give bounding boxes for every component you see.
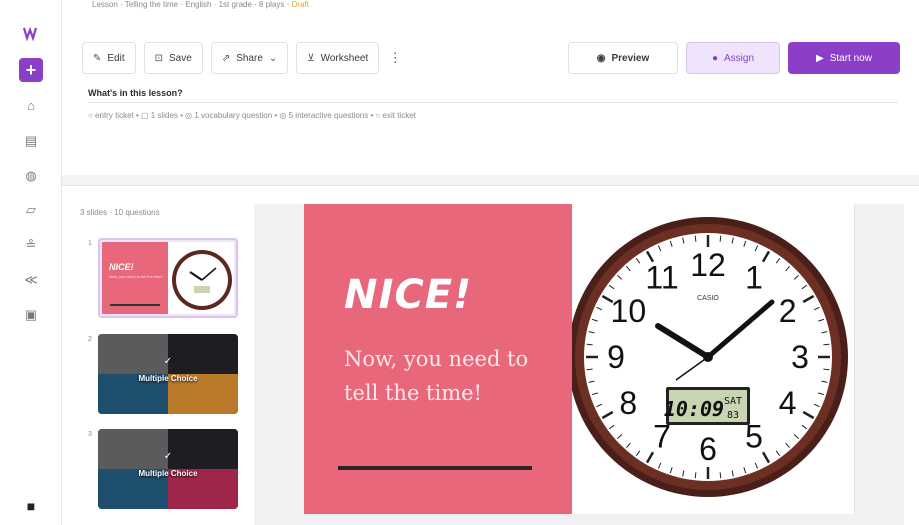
slide-underline	[338, 466, 532, 470]
clock-tick	[719, 472, 722, 479]
reports-icon[interactable]: ◍	[21, 166, 41, 186]
share-label: Share	[236, 52, 263, 64]
edit-button[interactable]: ✎ Edit	[82, 42, 136, 74]
clock-tick	[694, 472, 697, 479]
home-icon[interactable]: ⌂	[21, 96, 41, 116]
worksheet-label: Worksheet	[320, 52, 369, 64]
clock-numeral: 6	[699, 431, 717, 467]
classes-icon[interactable]: ▱	[21, 200, 41, 220]
thumb-number: 1	[88, 240, 92, 247]
book-icon[interactable]: ▣	[21, 305, 41, 325]
lesson-header: Lesson · Telling the time · English · 1s…	[62, 0, 919, 175]
clock-tick	[719, 235, 722, 242]
preview-button[interactable]: ◉ Preview	[568, 42, 678, 74]
assign-icon: ●	[711, 52, 719, 64]
lcd-time: 10:09	[664, 397, 724, 421]
clock-numeral: 1	[745, 259, 763, 295]
clock-brand: CASIO	[697, 295, 719, 302]
slide-thumb-1[interactable]: NICE! Now, you need to tell the time!	[98, 238, 238, 318]
left-rail: + ⌂ ▤ ◍ ▱ ≗ ≪ ▣ ■	[0, 0, 62, 525]
toolbar: ✎ Edit ⊡ Save ⇗ Share ⌄ ⊻ Worksheet ⋮	[82, 42, 403, 74]
clock-thumb-icon	[172, 250, 232, 310]
clock-image: 12 1 2 3 4 5 6 7 8 9 10 11 CASIO 10:09 SAT 83	[572, 204, 854, 514]
status-badge: Draft	[291, 0, 309, 9]
tile	[98, 429, 168, 469]
plus-icon[interactable]: +	[19, 58, 43, 82]
clock-numeral: 3	[791, 339, 809, 375]
logo-icon[interactable]	[22, 24, 40, 42]
printer-icon: ⊻	[307, 52, 315, 64]
thumb-label: Multiple Choice	[138, 374, 198, 383]
clock-tick	[586, 343, 593, 346]
edit-label: Edit	[107, 52, 125, 64]
slide-count: 3 slides · 10 questions	[80, 208, 160, 217]
thumb-subtitle: Now, you need to tell the time!	[109, 274, 163, 279]
slide-thumb-3[interactable]: ✓ Multiple Choice	[98, 429, 238, 509]
clock-numeral: 11	[645, 259, 678, 295]
clock-tick	[694, 235, 697, 242]
worksheet-button[interactable]: ⊻ Worksheet	[296, 42, 380, 74]
action-buttons: ◉ Preview ● Assign ▶ Start now	[568, 42, 900, 74]
clock-tick	[586, 368, 593, 371]
slide-thumb-2[interactable]: ✓ Multiple Choice	[98, 334, 238, 414]
people-icon[interactable]: ≗	[21, 235, 41, 255]
clock-icon: 12 1234567891011 CASIO 10:09 SAT 83	[572, 217, 848, 497]
lesson-contents-heading: What's in this lesson?	[88, 88, 183, 98]
pencil-icon: ✎	[93, 52, 102, 64]
tile	[98, 334, 168, 374]
stage-right-edge	[854, 204, 904, 514]
lcd-date: 83	[727, 410, 739, 421]
start-label: Start now	[829, 52, 872, 64]
thumb-content: NICE! Now, you need to tell the time!	[102, 242, 234, 314]
tile	[168, 429, 238, 469]
clock-numeral: 10	[611, 293, 647, 329]
play-icon: ▶	[816, 52, 824, 64]
clock-tick	[823, 368, 830, 371]
tile	[168, 334, 238, 374]
thumb-pink-panel: NICE! Now, you need to tell the time!	[102, 242, 168, 314]
breadcrumb: Lesson · Telling the time · English · 1s…	[92, 0, 309, 12]
lcd-day: SAT	[724, 396, 742, 407]
breadcrumb-text: Lesson · Telling the time · English · 1s…	[92, 0, 292, 9]
clock-numeral: 2	[779, 293, 797, 329]
bookmark-icon: ⊡	[154, 52, 164, 64]
preview-label: Preview	[611, 52, 650, 64]
share-icon[interactable]: ≪	[21, 270, 41, 290]
share-button[interactable]: ⇗ Share ⌄	[210, 42, 289, 74]
thumb-number: 3	[88, 431, 92, 438]
clock-center	[703, 352, 713, 362]
clock-numeral: 8	[619, 385, 637, 421]
thumb-underline	[110, 304, 160, 306]
slide-subtitle: Now, you need to tell the time!	[344, 347, 529, 405]
lock-icon[interactable]: ■	[21, 498, 41, 514]
save-label: Save	[169, 52, 192, 64]
save-button[interactable]: ⊡ Save	[143, 42, 203, 74]
check-icon: ✓	[163, 356, 173, 367]
share-icon: ⇗	[221, 52, 231, 64]
assign-button[interactable]: ● Assign	[686, 42, 780, 74]
clock-tick	[823, 343, 830, 346]
slide-text-panel: NICE! Now, you need to tell the time!	[304, 204, 572, 514]
check-icon: ✓	[163, 451, 173, 462]
start-now-button[interactable]: ▶ Start now	[788, 42, 900, 74]
more-options-icon[interactable]: ⋮	[387, 42, 403, 74]
chevron-down-icon: ⌄	[268, 52, 278, 64]
divider	[88, 102, 898, 103]
slide-title: NICE!	[344, 272, 473, 318]
clock-numeral: 9	[607, 339, 625, 375]
thumb-label: Multiple Choice	[138, 469, 198, 478]
slide-stage: NICE! Now, you need to tell the time! 12…	[254, 204, 904, 525]
eye-icon: ◉	[596, 52, 606, 64]
clock-numeral: 4	[779, 385, 797, 421]
clock-numeral: 12	[690, 247, 726, 283]
thumb-number: 2	[88, 336, 92, 343]
thumb-title: NICE!	[109, 262, 134, 272]
library-icon[interactable]: ▤	[21, 131, 41, 151]
lesson-summary: ○ entry ticket • ▢ 1 slides • ◎ 1 vocabu…	[88, 111, 416, 120]
thumb-clock	[168, 242, 234, 314]
slides-panel: 3 slides · 10 questions 1 NICE! Now, you…	[62, 185, 919, 525]
assign-label: Assign	[724, 52, 755, 64]
